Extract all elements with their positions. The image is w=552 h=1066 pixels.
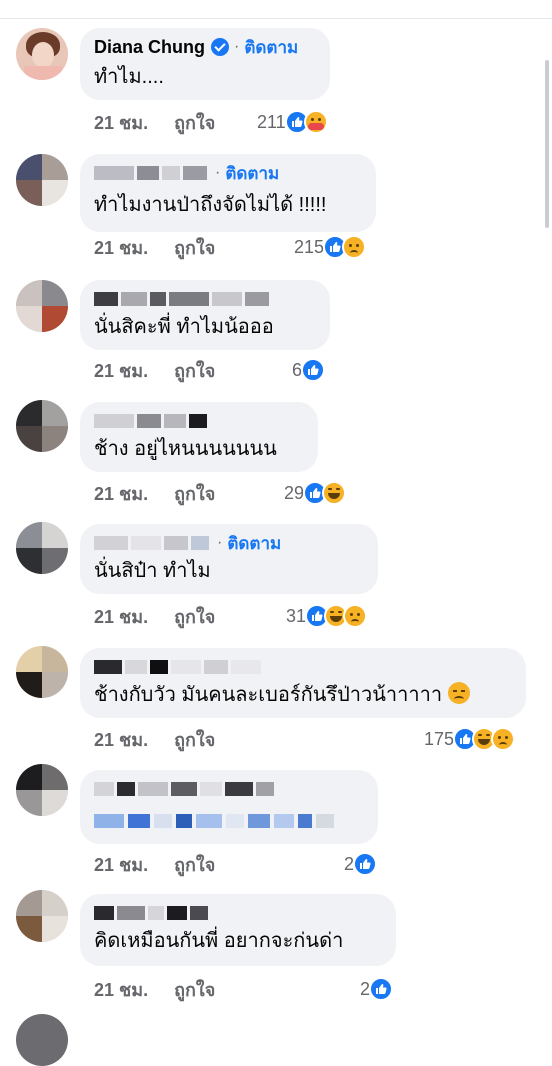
follow-button[interactable]: ติดตาม bbox=[244, 34, 298, 61]
follow-button[interactable]: ติดตาม bbox=[225, 160, 279, 187]
comment-author-blurred[interactable] bbox=[94, 902, 382, 924]
comment-text: ช้างกับวัว มันคนละเบอร์กันรึป่าวน้าาาาา bbox=[94, 680, 512, 710]
like-icon bbox=[301, 358, 326, 382]
reaction-summary[interactable]: 2 bbox=[360, 975, 394, 1003]
like-icon bbox=[353, 852, 378, 876]
comment-time[interactable]: 21 ชม. bbox=[94, 602, 148, 631]
comment-meta: 21 ชม. ถูกใจ bbox=[94, 479, 215, 507]
reaction-count: 215 bbox=[294, 236, 325, 257]
separator-dot: · bbox=[234, 38, 240, 55]
comment-meta: 21 ชม. ถูกใจ bbox=[94, 108, 215, 136]
comment-time[interactable]: 21 ชม. bbox=[94, 479, 148, 508]
comment-meta: 21 ชม. ถูกใจ bbox=[94, 725, 215, 753]
comment-meta: 21 ชม. ถูกใจ bbox=[94, 975, 215, 1003]
like-button[interactable]: ถูกใจ bbox=[174, 850, 215, 879]
comment-time[interactable]: 21 ชม. bbox=[94, 850, 148, 879]
comment-time[interactable]: 21 ชม. bbox=[94, 725, 148, 754]
comment-meta: 21 ชม. ถูกใจ bbox=[94, 356, 215, 384]
comment-text: ทำไม.... bbox=[94, 66, 164, 88]
avatar[interactable] bbox=[16, 522, 68, 574]
follow-button[interactable]: ติดตาม bbox=[227, 530, 281, 557]
sad-icon bbox=[342, 235, 367, 259]
sad-icon bbox=[343, 604, 368, 628]
comment-author-blurred[interactable] bbox=[94, 656, 512, 678]
scrollbar[interactable] bbox=[545, 60, 549, 228]
comment-bubble: นั่นสิคะพี่ ทำไมน้อออ bbox=[80, 280, 330, 350]
like-button[interactable]: ถูกใจ bbox=[174, 602, 215, 631]
comment-meta: 21 ชม. ถูกใจ bbox=[94, 233, 215, 261]
separator-dot: · bbox=[215, 164, 221, 181]
avatar[interactable] bbox=[16, 400, 68, 452]
reaction-summary[interactable]: 31 bbox=[286, 602, 368, 630]
comment-bubble: ช้างกับวัว มันคนละเบอร์กันรึป่าวน้าาาาา bbox=[80, 648, 526, 718]
comment-author-blurred[interactable] bbox=[94, 288, 316, 310]
comment-author[interactable]: Diana Chung bbox=[94, 37, 205, 58]
avatar[interactable] bbox=[16, 890, 68, 942]
avatar[interactable] bbox=[16, 280, 68, 332]
like-button[interactable]: ถูกใจ bbox=[174, 479, 215, 508]
comment-time[interactable]: 21 ชม. bbox=[94, 975, 148, 1004]
like-icon bbox=[369, 977, 394, 1001]
care-icon bbox=[303, 110, 328, 134]
comment-bubble: · ติดตาม ทำไมงานป่าถึงจัดไม่ได้ !!!!! bbox=[80, 154, 376, 232]
like-button[interactable]: ถูกใจ bbox=[174, 356, 215, 385]
comment-meta: 21 ชม. ถูกใจ bbox=[94, 602, 215, 630]
comment-bubble: Diana Chung · ติดตาม ทำไม.... bbox=[80, 28, 330, 100]
avatar[interactable] bbox=[16, 1014, 68, 1066]
comment-text-content: ช้างกับวัว มันคนละเบอร์กันรึป่าวน้าาาาา bbox=[94, 684, 443, 706]
comment-bubble: · ติดตาม นั่นสิป๋า ทำไม bbox=[80, 524, 378, 594]
reaction-count: 211 bbox=[257, 111, 286, 132]
comment-text: ช้าง อยู่ไหนนนนนนน bbox=[94, 438, 277, 460]
comment-time[interactable]: 21 ชม. bbox=[94, 108, 148, 137]
reaction-summary[interactable]: 6 bbox=[292, 356, 326, 384]
avatar[interactable] bbox=[16, 646, 68, 698]
haha-icon bbox=[322, 481, 347, 505]
comment-time[interactable]: 21 ชม. bbox=[94, 233, 148, 262]
reaction-count: 29 bbox=[284, 482, 305, 503]
separator-dot: · bbox=[217, 534, 223, 551]
reaction-summary[interactable]: 175 bbox=[424, 725, 516, 753]
comment-text: นั่นสิคะพี่ ทำไมน้อออ bbox=[94, 316, 274, 338]
comment-author-blurred[interactable] bbox=[94, 162, 210, 184]
like-button[interactable]: ถูกใจ bbox=[174, 108, 215, 137]
comment-text-blurred bbox=[94, 806, 364, 836]
like-button[interactable]: ถูกใจ bbox=[174, 975, 215, 1004]
reaction-count: 31 bbox=[286, 605, 307, 626]
like-button[interactable]: ถูกใจ bbox=[174, 233, 215, 262]
comment-author-blurred[interactable] bbox=[94, 778, 364, 800]
reaction-summary[interactable]: 215 bbox=[294, 233, 367, 261]
comment-author-blurred[interactable] bbox=[94, 410, 304, 432]
comment-bubble bbox=[80, 770, 378, 844]
comment-meta: 21 ชม. ถูกใจ bbox=[94, 850, 215, 878]
comment-text: คิดเหมือนกันพี่ อยากจะก่นด่า bbox=[94, 930, 344, 952]
reaction-summary[interactable]: 29 bbox=[284, 479, 347, 507]
comment-bubble: ช้าง อยู่ไหนนนนนนน bbox=[80, 402, 318, 472]
top-divider bbox=[0, 18, 552, 19]
avatar[interactable] bbox=[16, 154, 68, 206]
reaction-summary[interactable]: 2 bbox=[344, 850, 378, 878]
comment-text: นั่นสิป๋า ทำไม bbox=[94, 560, 211, 582]
verified-badge-icon bbox=[211, 38, 229, 56]
reaction-count: 175 bbox=[424, 728, 455, 749]
avatar[interactable] bbox=[16, 764, 68, 816]
comment-time[interactable]: 21 ชม. bbox=[94, 356, 148, 385]
crying-face-icon bbox=[448, 682, 471, 704]
comment-text: ทำไมงานป่าถึงจัดไม่ได้ !!!!! bbox=[94, 194, 327, 216]
like-button[interactable]: ถูกใจ bbox=[174, 725, 215, 754]
reaction-summary[interactable]: 211 bbox=[257, 108, 328, 136]
avatar[interactable] bbox=[16, 28, 68, 80]
sad-icon bbox=[491, 727, 516, 751]
comment-bubble: คิดเหมือนกันพี่ อยากจะก่นด่า bbox=[80, 894, 396, 966]
comment-author-blurred[interactable] bbox=[94, 532, 212, 554]
